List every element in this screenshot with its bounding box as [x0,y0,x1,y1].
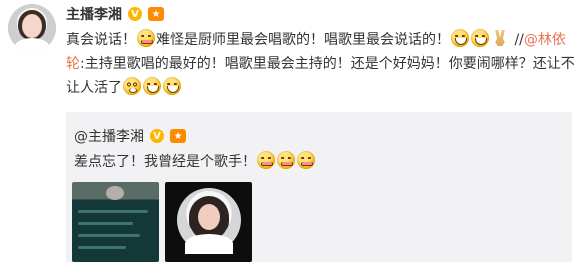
thumbnail-list-row [78,222,133,225]
thumbnail-shoulder [185,234,233,254]
author-name[interactable]: 主播李湘 [66,4,122,24]
dizzy-face-emoji [123,77,141,95]
post-header: 主播李湘 V ★ [66,4,164,24]
repost-author[interactable]: @主播李湘 [74,126,144,146]
thumbnail-list-row [78,234,140,237]
grinning-face-emoji [163,77,181,95]
smug-face-emoji [257,151,275,169]
post-content: 真会说话！ 难怪是厨师里最会唱歌的！唱歌里最会说话的！ //@林依轮:主持里歌唱的… [66,28,576,100]
repost-text: 差点忘了！我曾经是个歌手！ [74,150,316,174]
post-text-segment: // [510,32,524,48]
post-text-segment: :主持里歌唱的最好的！唱歌里最会主持的！还是个好妈妈！你要闹哪样？还让不让人活了 [66,56,575,96]
image-thumbnail-1[interactable] [72,182,159,262]
thumbnail-list-row [78,246,126,249]
grinning-face-emoji [143,77,161,95]
grinning-face-emoji [471,29,489,47]
smug-face-emoji [297,151,315,169]
grinning-face-emoji [451,29,469,47]
thumbnail-list-row [78,210,148,213]
medal-icon[interactable]: ★ [170,129,186,143]
thumbnail-face [106,186,124,200]
repost-text-content: 差点忘了！我曾经是个歌手！ [74,154,256,170]
repost-header: @主播李湘 V ★ [74,126,186,146]
verified-badge[interactable]: V [128,7,142,21]
medal-icon[interactable]: ★ [148,7,164,21]
image-thumbnail-2[interactable] [165,182,252,262]
thumbnail-face [198,204,220,230]
victory-hand-emoji [491,29,509,47]
smug-face-emoji [277,151,295,169]
post-text-segment: 难怪是厨师里最会唱歌的！唱歌里最会说话的！ [156,32,450,48]
smug-face-emoji [137,29,155,47]
victory-hand-shape [495,30,505,46]
verified-badge[interactable]: V [150,129,164,143]
profile-avatar[interactable] [8,4,56,52]
avatar-shoulder [14,38,50,52]
avatar-face [22,14,42,38]
post-text-segment: 真会说话！ [66,32,136,48]
repost-box[interactable]: @主播李湘 V ★ 差点忘了！我曾经是个歌手！ [66,112,572,262]
